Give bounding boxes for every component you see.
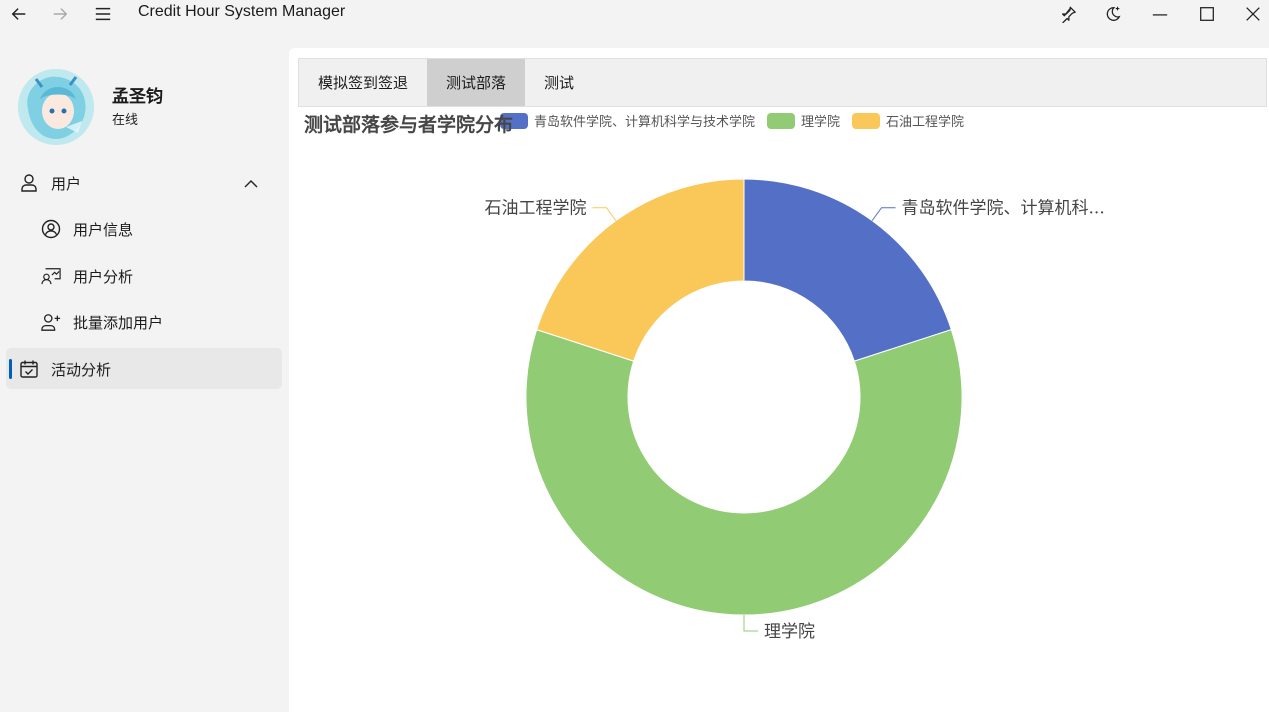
active-indicator <box>9 359 12 379</box>
maximize-icon[interactable] <box>1190 0 1224 28</box>
forward-arrow-icon[interactable] <box>43 0 77 28</box>
tab-bar: 模拟签到签退 测试部落 测试 <box>298 58 1267 107</box>
theme-toggle-icon[interactable] <box>1096 0 1130 28</box>
tab-simulate-checkin[interactable]: 模拟签到签退 <box>299 59 427 106</box>
slice-label: 石油工程学院 <box>484 199 586 219</box>
slice-label: 青岛软件学院、计算机科... <box>902 199 1105 219</box>
title-bar: Credit Hour System Manager <box>0 0 1269 30</box>
label-leader-line <box>871 207 896 221</box>
sidebar-item-user-info[interactable]: 用户信息 <box>41 209 133 249</box>
user-status: 在线 <box>112 113 139 128</box>
avatar[interactable] <box>18 69 94 145</box>
user-icon <box>21 174 37 192</box>
sidebar-item-batch-add-user[interactable]: 批量添加用户 <box>41 302 163 342</box>
calendar-check-icon <box>20 360 38 378</box>
sidebar-item-label: 活动分析 <box>51 360 112 379</box>
sidebar-group-label: 用户 <box>51 174 82 193</box>
label-leader-line <box>592 207 617 221</box>
user-circle-icon <box>41 219 61 239</box>
back-arrow-icon[interactable] <box>2 0 36 28</box>
pie-slice[interactable] <box>525 329 963 616</box>
sidebar-item-activity-analysis[interactable]: 活动分析 <box>19 349 111 389</box>
label-leader-line <box>743 615 758 632</box>
chevron-up-icon[interactable] <box>242 175 260 193</box>
hamburger-menu-icon[interactable] <box>86 0 120 28</box>
slice-label: 理学院 <box>764 622 815 642</box>
minimize-icon[interactable] <box>1143 0 1177 28</box>
sidebar-item-label: 用户分析 <box>73 267 134 286</box>
sidebar-item-user-analysis[interactable]: 用户分析 <box>41 256 133 296</box>
tab-test[interactable]: 测试 <box>525 59 593 106</box>
sidebar-group-user[interactable]: 用户 <box>19 163 81 203</box>
tab-test-tribe[interactable]: 测试部落 <box>427 59 526 106</box>
pin-icon[interactable] <box>1051 0 1085 28</box>
user-chart-icon <box>41 268 61 285</box>
user-name: 孟圣钧 <box>112 87 163 107</box>
donut-chart: 青岛软件学院、计算机科... 理学院 石油工程学院 <box>484 178 1105 642</box>
sidebar-item-label: 批量添加用户 <box>73 313 164 332</box>
user-add-icon <box>41 314 61 331</box>
app-title: Credit Hour System Manager <box>138 3 346 20</box>
close-icon[interactable] <box>1236 0 1269 28</box>
sidebar-item-label: 用户信息 <box>73 220 134 239</box>
